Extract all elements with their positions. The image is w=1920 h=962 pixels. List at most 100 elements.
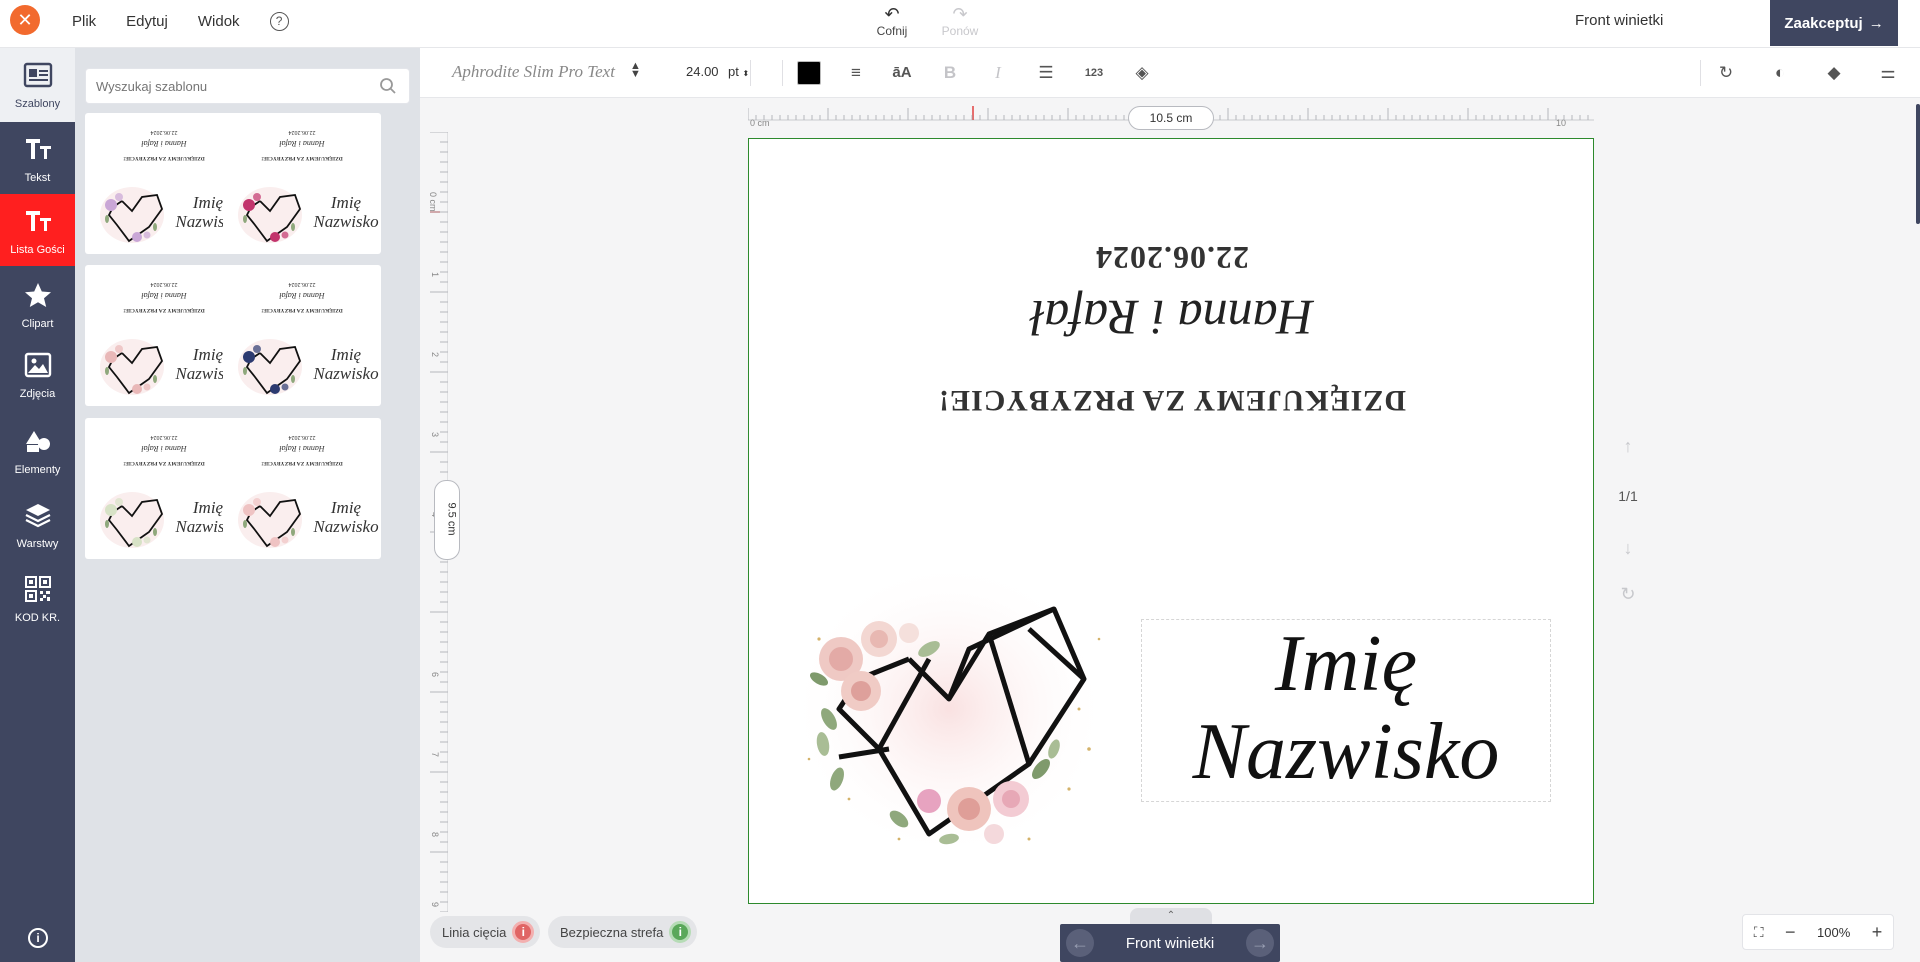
layers-icon[interactable]: ◆ — [1822, 61, 1846, 85]
floral-heart-image[interactable] — [779, 539, 1119, 869]
fill-bucket-icon[interactable]: ◈ — [1130, 61, 1154, 85]
ruler-tick-label: 8 — [430, 832, 440, 837]
thumb-name: Imię Nazwisko — [313, 193, 379, 231]
design-page[interactable]: 22.06.2024 Hanna i Rafał DZIĘKUJEMY ZA P… — [748, 138, 1594, 904]
refresh-icon[interactable]: ↻ — [1600, 584, 1656, 605]
thumb-date: 22.06.2024 — [150, 129, 178, 135]
ruler-tick-label: 9 — [430, 902, 440, 907]
text-color-swatch[interactable] — [797, 61, 821, 85]
undo-button[interactable]: ↶ Cofnij — [872, 4, 912, 38]
undo-icon: ↶ — [884, 4, 900, 24]
thumb-heart-image — [238, 187, 302, 243]
accept-button[interactable]: Zaakceptuj → — [1770, 0, 1898, 46]
thumb-thanks: DZIĘKUJEMY ZA PRZYBYCIE! — [261, 460, 343, 466]
redo-button[interactable]: ↷ Ponów — [938, 4, 982, 38]
text-case-icon[interactable]: āA — [890, 61, 914, 85]
ruler-tick-label: 3 — [430, 432, 440, 437]
font-unit-select[interactable]: pt ⬍ — [728, 64, 749, 79]
couple-names-text[interactable]: Hanna i Rafał — [749, 289, 1593, 347]
scrollbar[interactable] — [1916, 104, 1920, 224]
font-family-select[interactable]: Aphrodite Slim Pro Text — [452, 62, 615, 82]
sidebar-label: Tekst — [24, 172, 51, 184]
thumb-couple: Hanna i Rafał — [279, 444, 325, 453]
next-page-button[interactable]: → — [1245, 929, 1274, 957]
sidebar-item-guest-list[interactable]: Lista Gości — [0, 194, 75, 266]
undo-label: Cofnij — [876, 24, 908, 38]
bold-icon[interactable]: B — [938, 61, 962, 85]
pager-expand-handle[interactable]: ⌃ — [1130, 908, 1212, 924]
thumb-thanks: DZIĘKUJEMY ZA PRZYBYCIE! — [261, 307, 343, 313]
zoom-level: 100% — [1817, 924, 1851, 940]
info-icon: i — [512, 921, 535, 943]
layers-icon — [25, 504, 50, 528]
image-icon — [24, 352, 51, 378]
sidebar-label: Szablony — [14, 98, 61, 110]
previous-page-button[interactable]: ← — [1066, 929, 1094, 957]
close-button[interactable]: ✕ — [10, 5, 40, 35]
zoom-out-button[interactable]: − — [1785, 922, 1796, 943]
ruler-tick-label: 7 — [430, 752, 440, 757]
opacity-icon[interactable]: ◐ — [1768, 61, 1792, 85]
date-text[interactable]: 22.06.2024 — [749, 239, 1593, 276]
font-size-input[interactable]: 24.00 — [686, 64, 719, 79]
sidebar-item-templates[interactable]: Szablony — [0, 48, 75, 122]
sidebar-item-clipart[interactable]: Clipart — [0, 268, 75, 340]
fullscreen-icon[interactable]: ⛶ — [1754, 924, 1764, 941]
text-toolbar: Aphrodite Slim Pro Text ▲ ▼ 24.00 pt ⬍ ≡ … — [420, 48, 1920, 98]
template-thumbnail[interactable]: 22.06.2024 Hanna i Rafał DZIĘKUJEMY ZA PRZ… — [85, 113, 243, 254]
line-height-icon[interactable]: ☰ — [1034, 61, 1058, 85]
height-indicator: 9.5 cm — [434, 480, 460, 560]
accept-label: Zaakceptuj — [1784, 14, 1863, 32]
thanks-text[interactable]: DZIĘKUJEMY ZA PRZYBYCIE! — [749, 383, 1593, 417]
menu-view[interactable]: Widok — [198, 13, 240, 30]
template-panel: 22.06.2024 Hanna i Rafał DZIĘKUJEMY ZA PRZ… — [75, 48, 420, 962]
sidebar-item-qr-code[interactable]: KOD KR. — [0, 562, 75, 634]
thumb-heart-image — [100, 492, 164, 548]
menu-file[interactable]: Plik — [72, 13, 96, 30]
close-icon: ✕ — [17, 10, 33, 30]
info-icon: i — [669, 921, 692, 943]
width-label: 10.5 cm — [1149, 111, 1193, 125]
document-title: Front winietki — [1575, 12, 1664, 29]
search-icon[interactable] — [379, 77, 397, 95]
cut-line-toggle[interactable]: Linia cięcia i — [430, 916, 541, 948]
zoom-in-button[interactable]: + — [1872, 922, 1883, 943]
toolbar-divider — [750, 60, 751, 86]
ruler-tick-label: 6 — [430, 672, 440, 677]
template-search — [85, 68, 410, 104]
align-center-icon[interactable]: ≡ — [844, 61, 868, 85]
width-indicator: 10.5 cm — [1128, 106, 1214, 130]
template-thumbnail[interactable]: 22.06.2024 Hanna i Rafał DZIĘKUJEMY ZA PRZ… — [223, 113, 381, 254]
sidebar-item-photos[interactable]: Zdjęcia — [0, 338, 75, 410]
template-thumbnail[interactable]: 22.06.2024 Hanna i Rafał DZIĘKUJEMY ZA PRZ… — [223, 418, 381, 559]
ruler-end-label: 10 — [1556, 118, 1566, 128]
settings-sliders-icon[interactable]: ⚌ — [1876, 61, 1900, 85]
thumb-thanks: DZIĘKUJEMY ZA PRZYBYCIE! — [261, 155, 343, 161]
ruler-tick-label: 2 — [430, 352, 440, 357]
letter-spacing-icon[interactable]: 123 — [1082, 61, 1106, 85]
help-icon[interactable]: ? — [269, 11, 289, 31]
thumb-date: 22.06.2024 — [150, 281, 178, 287]
search-input[interactable] — [86, 69, 356, 103]
sidebar-item-elements[interactable]: Elementy — [0, 414, 75, 486]
name-text-box[interactable]: Imię Nazwisko — [1141, 619, 1551, 802]
top-bar: ✕ Plik Edytuj Widok ? ↶ Cofnij ↷ Ponów F… — [0, 0, 1920, 48]
template-thumbnail[interactable]: 22.06.2024 Hanna i Rafał DZIĘKUJEMY ZA PRZ… — [85, 265, 243, 406]
chevron-updown-icon[interactable]: ▲ ▼ — [630, 61, 641, 80]
menu-edit[interactable]: Edytuj — [126, 13, 168, 30]
sidebar-item-layers[interactable]: Warstwy — [0, 488, 75, 560]
info-icon[interactable]: i — [28, 928, 48, 948]
toolbar-divider — [782, 60, 783, 86]
italic-icon[interactable]: I — [986, 61, 1010, 85]
arrow-up-icon[interactable]: ↑ — [1600, 436, 1656, 457]
guest-name-text[interactable]: Imię Nazwisko — [1142, 620, 1550, 796]
safe-zone-toggle[interactable]: Bezpieczna strefa i — [548, 916, 698, 948]
thumb-name: Imię Nazwisko — [313, 498, 379, 536]
template-thumbnail[interactable]: 22.06.2024 Hanna i Rafał DZIĘKUJEMY ZA PRZ… — [223, 265, 381, 406]
arrow-right-icon: → — [1868, 14, 1884, 32]
template-thumbnail[interactable]: 22.06.2024 Hanna i Rafał DZIĘKUJEMY ZA PRZ… — [85, 418, 243, 559]
arrow-down-icon[interactable]: ↓ — [1600, 538, 1656, 559]
template-icon — [23, 62, 52, 88]
rotate-icon[interactable]: ↻ — [1714, 61, 1738, 85]
sidebar-item-text[interactable]: Tekst — [0, 122, 75, 194]
